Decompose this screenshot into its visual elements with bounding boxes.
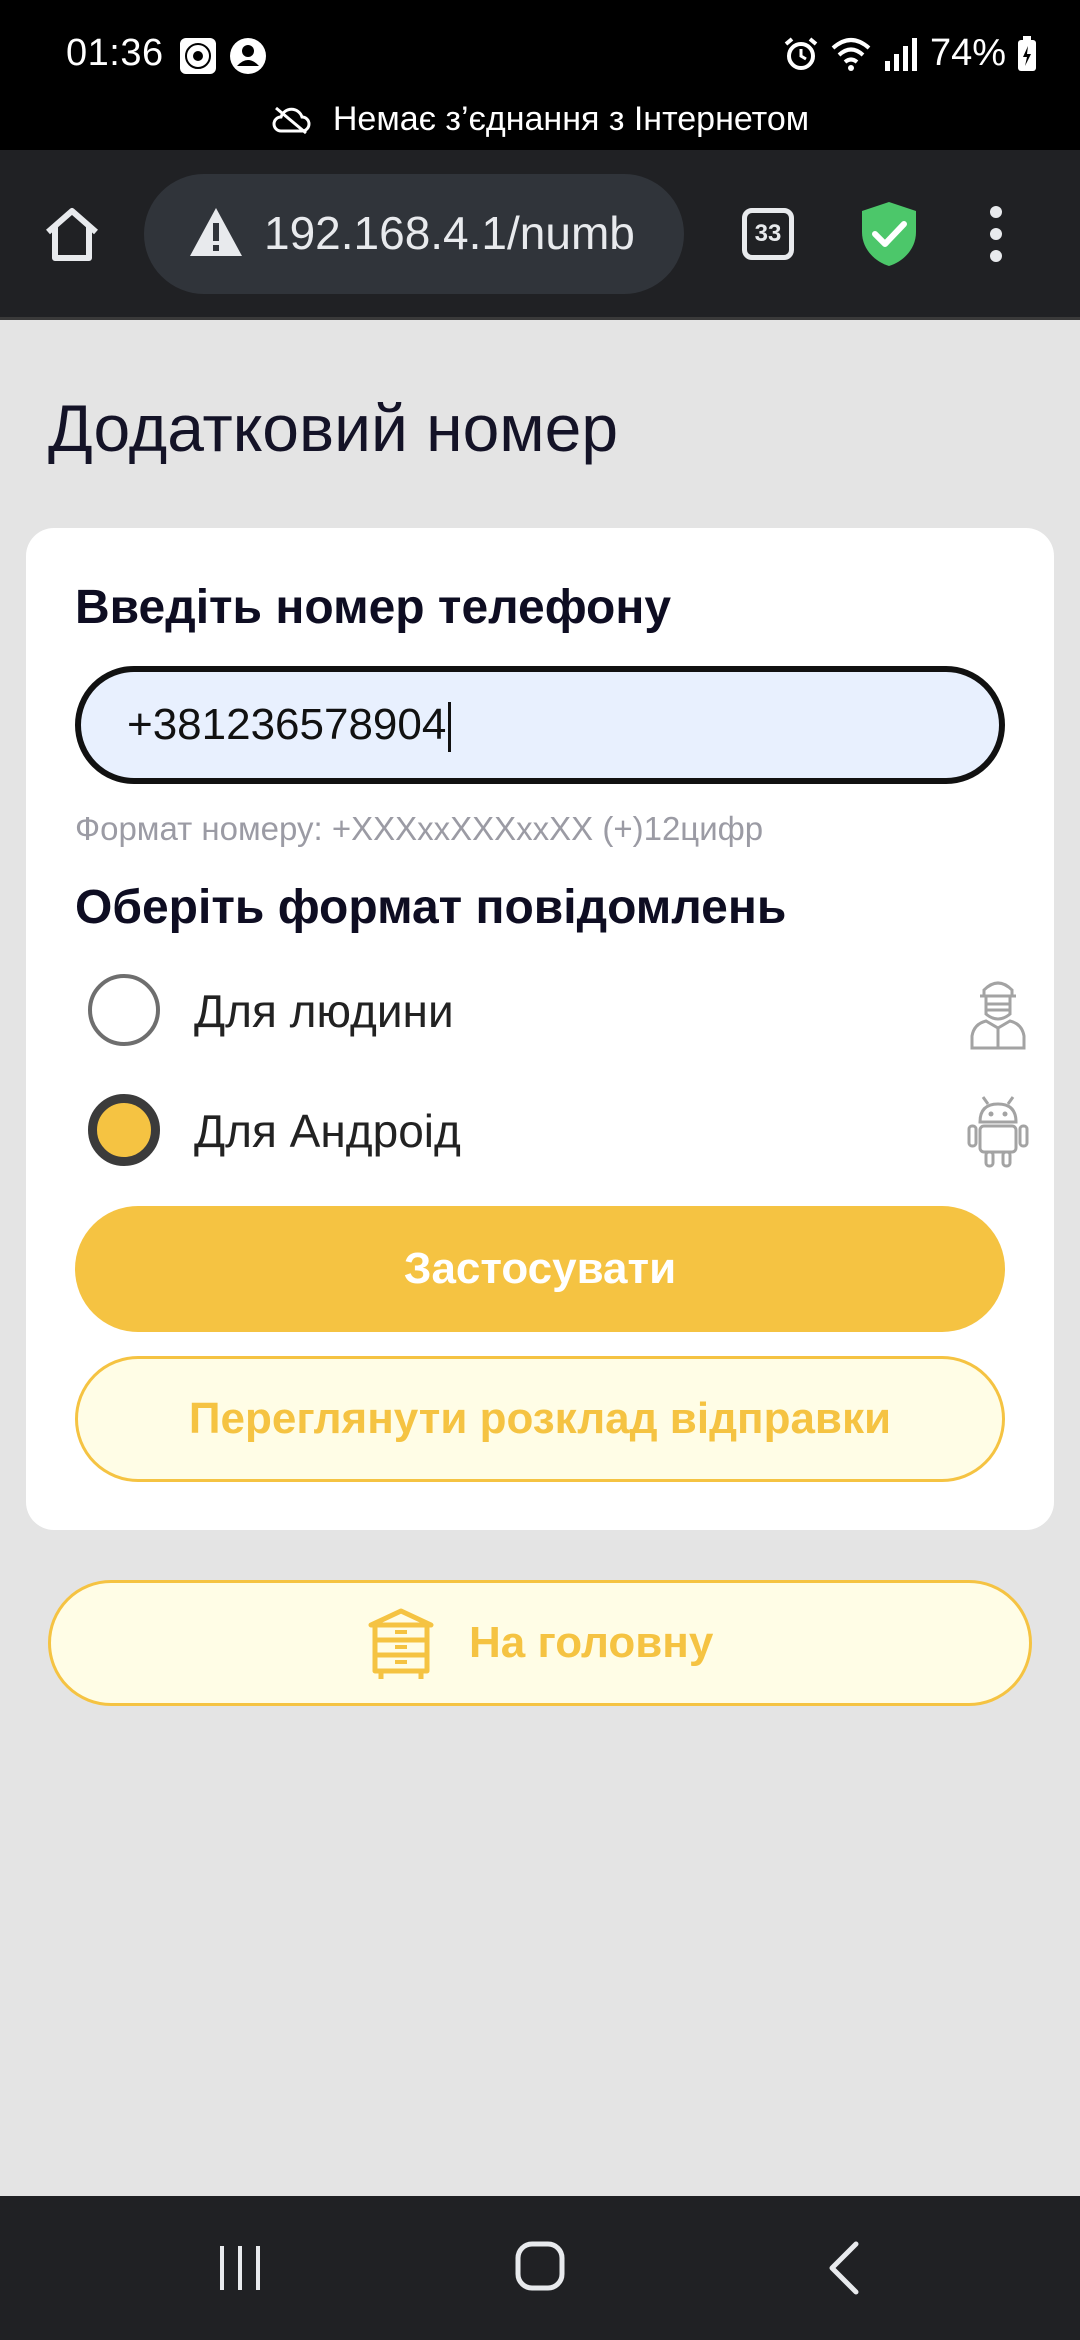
tab-switcher-button[interactable]: 33 — [742, 208, 794, 260]
settings-card: Введіть номер телефону +381236578904 Фор… — [26, 528, 1054, 1530]
gallery-icon — [180, 38, 216, 74]
beehive-icon — [368, 1608, 434, 1679]
offline-notice-text: Немає з’єднання з Інтернетом — [332, 100, 810, 138]
alarm-icon — [784, 36, 818, 70]
status-time: 01:36 — [66, 32, 164, 74]
shield-check-icon[interactable] — [858, 200, 920, 268]
cloud-off-icon — [272, 106, 311, 134]
option-human-label: Для людини — [194, 985, 454, 1037]
apply-button[interactable]: Застосувати — [75, 1206, 1005, 1332]
go-home-label: На головну — [469, 1618, 714, 1667]
wifi-icon — [831, 37, 871, 71]
home-icon[interactable] — [40, 202, 104, 266]
recent-apps-icon[interactable] — [216, 2244, 264, 2292]
phone-label: Введіть номер телефону — [75, 581, 672, 634]
radio-human[interactable] — [88, 974, 160, 1046]
address-bar[interactable]: 192.168.4.1/numb — [144, 174, 684, 294]
browser-toolbar: 192.168.4.1/numb 33 — [0, 150, 1080, 320]
warning-icon[interactable] — [188, 206, 244, 258]
back-icon[interactable] — [826, 2240, 862, 2296]
phone-input[interactable]: +381236578904 — [75, 666, 1005, 784]
home-nav-icon[interactable] — [514, 2240, 566, 2292]
text-caret — [448, 702, 452, 753]
offline-notice: Немає з’єднання з Інтернетом — [0, 100, 1080, 139]
beekeeper-icon — [970, 981, 1026, 1050]
option-android[interactable]: Для Андроід — [88, 1094, 1038, 1174]
format-label: Оберіть формат повідомлень — [75, 881, 787, 934]
phone-input-value: +381236578904 — [127, 700, 447, 749]
url-text[interactable]: 192.168.4.1/numb — [264, 206, 664, 260]
status-bar: 01:36 74% Немає з’єднання з Інтернетом — [0, 0, 1080, 150]
view-schedule-button[interactable]: Переглянути розклад відправки — [75, 1356, 1005, 1482]
android-icon — [967, 1096, 1029, 1168]
option-android-label: Для Андроід — [194, 1105, 461, 1157]
option-human[interactable]: Для людини — [88, 974, 1038, 1054]
page-title: Додатковий номер — [48, 391, 619, 465]
signal-icon — [884, 37, 917, 71]
battery-level: 74% — [929, 32, 1006, 74]
account-icon — [230, 38, 266, 74]
go-home-button[interactable]: На головну — [48, 1580, 1032, 1706]
more-vert-icon[interactable] — [984, 206, 1008, 266]
system-nav-bar — [0, 2196, 1080, 2340]
phone-hint: Формат номеру: +XXXxxXXXxxXX (+)12цифр — [75, 810, 764, 847]
radio-android[interactable] — [88, 1094, 160, 1166]
battery-icon — [1018, 35, 1036, 71]
